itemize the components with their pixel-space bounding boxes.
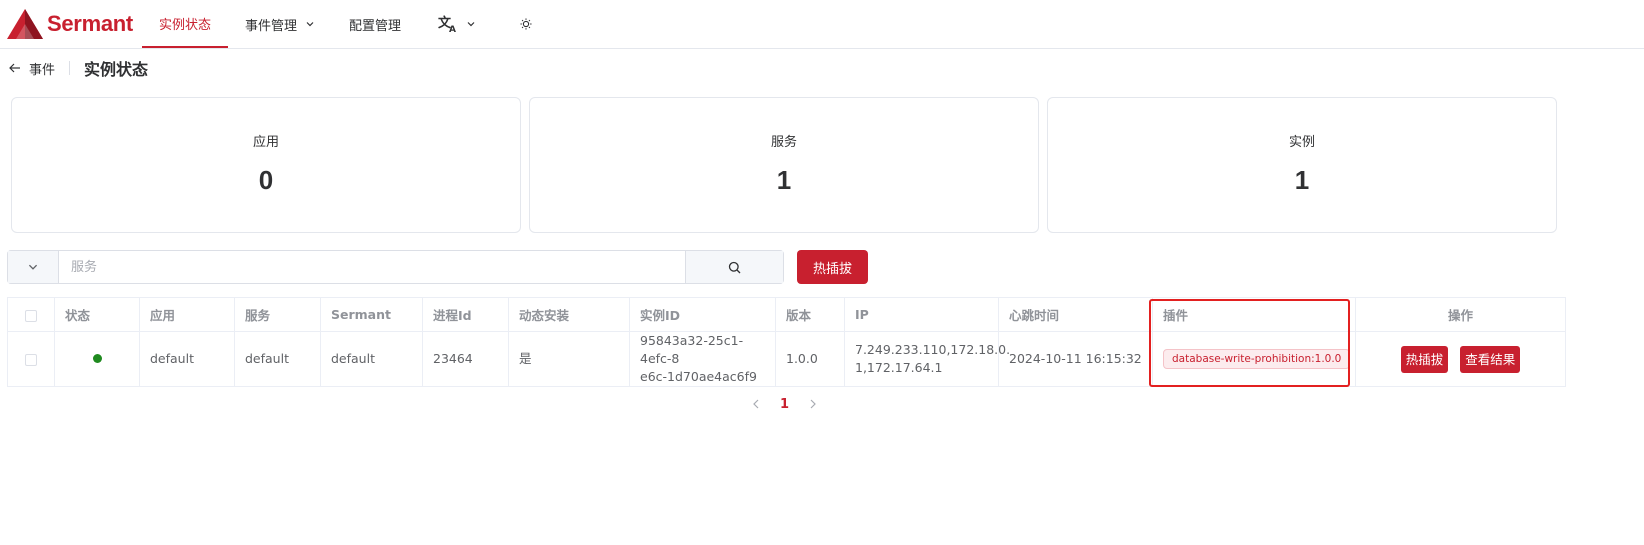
service-cell: default bbox=[234, 331, 321, 387]
sermant-cell: default bbox=[320, 331, 423, 387]
hot-plug-button[interactable]: 热插拔 bbox=[797, 250, 868, 284]
instance-table: 状态 应用 服务 Sermant 进程Id 动态安装 实例ID 版本 IP 心跳… bbox=[7, 297, 1566, 387]
actions-cell: 热插拔 查看结果 bbox=[1355, 331, 1566, 387]
instance-id-line: 95843a32-25c1-4efc-8 bbox=[640, 333, 744, 366]
pagination: 1 bbox=[749, 395, 820, 413]
stat-value: 1 bbox=[1294, 165, 1310, 195]
chevron-left-icon[interactable] bbox=[749, 397, 763, 411]
stat-card-instances: 实例 1 bbox=[1047, 97, 1557, 233]
svg-text:A: A bbox=[449, 25, 456, 33]
search-icon bbox=[728, 261, 741, 273]
column-header: 进程Id bbox=[422, 297, 509, 332]
chevron-down-icon bbox=[467, 22, 475, 27]
app-cell: default bbox=[139, 331, 235, 387]
column-header: IP bbox=[844, 297, 999, 332]
stat-card-applications: 应用 0 bbox=[11, 97, 521, 233]
nav-label: 实例状态 bbox=[159, 17, 212, 33]
main-nav: 实例状态 事件管理 配置管理 文 A bbox=[142, 0, 556, 48]
column-header: 服务 bbox=[234, 297, 321, 332]
stat-label: 实例 bbox=[1288, 135, 1315, 150]
top-header: Sermant 实例状态 事件管理 配置管理 文 A bbox=[0, 0, 1644, 49]
status-online-dot bbox=[92, 354, 102, 363]
logo[interactable]: Sermant bbox=[0, 0, 142, 48]
row-select-cell bbox=[7, 331, 55, 387]
logo-text: Sermant bbox=[47, 11, 133, 36]
divider bbox=[69, 61, 71, 75]
nav-label: 配置管理 bbox=[349, 18, 402, 34]
sun-icon bbox=[520, 18, 532, 30]
view-result-button[interactable]: 查看结果 bbox=[1460, 345, 1521, 373]
ip-line: 1,172.17.64.1 bbox=[855, 360, 943, 375]
chevron-right-icon[interactable] bbox=[806, 397, 820, 411]
table-header-row: 状态 应用 服务 Sermant 进程Id 动态安装 实例ID 版本 IP 心跳… bbox=[7, 297, 1566, 332]
chevron-down-icon bbox=[306, 22, 314, 27]
version-cell: 1.0.0 bbox=[775, 331, 845, 387]
search-bar bbox=[7, 250, 784, 284]
nav-event-management[interactable]: 事件管理 bbox=[228, 0, 332, 48]
page-number[interactable]: 1 bbox=[780, 397, 789, 412]
search-input[interactable] bbox=[59, 251, 685, 283]
back-arrow-icon[interactable] bbox=[8, 61, 22, 75]
language-switch[interactable]: 文 A bbox=[418, 0, 498, 48]
column-header: 操作 bbox=[1355, 297, 1566, 332]
table-row: default default default 23464 是 95843a32… bbox=[7, 331, 1566, 387]
page-header: 事件 实例状态 bbox=[8, 58, 149, 79]
ip-cell: 7.249.233.110,172.18.0. 1,172.17.64.1 bbox=[844, 331, 1011, 387]
search-field-select[interactable] bbox=[8, 251, 59, 283]
plugin-cell: database-write-prohibition:1.0.0 bbox=[1152, 331, 1356, 387]
row-checkbox[interactable] bbox=[25, 353, 37, 366]
nav-config-management[interactable]: 配置管理 bbox=[332, 0, 418, 48]
column-header: 动态安装 bbox=[508, 297, 630, 332]
dynamic-install-cell: 是 bbox=[508, 331, 630, 387]
column-header: 状态 bbox=[54, 297, 140, 332]
page-title: 实例状态 bbox=[84, 60, 149, 79]
stat-card-services: 服务 1 bbox=[529, 97, 1039, 233]
stat-value: 0 bbox=[258, 165, 274, 195]
nav-instance-status[interactable]: 实例状态 bbox=[142, 0, 229, 48]
column-header: Sermant bbox=[320, 297, 423, 332]
heartbeat-cell: 2024-10-11 16:15:32 bbox=[998, 331, 1153, 387]
instance-id-line: e6c-1d70ae4ac6f9 bbox=[640, 369, 757, 384]
status-cell bbox=[54, 331, 140, 387]
sermant-logo-icon bbox=[7, 9, 43, 39]
search-button[interactable] bbox=[685, 251, 783, 283]
instance-id-cell: 95843a32-25c1-4efc-8 e6c-1d70ae4ac6f9 bbox=[629, 331, 776, 387]
column-header: 版本 bbox=[775, 297, 845, 332]
column-header: 插件 bbox=[1152, 297, 1356, 332]
chevron-down-icon bbox=[28, 264, 38, 270]
nav-label: 事件管理 bbox=[245, 18, 298, 34]
stat-label: 服务 bbox=[770, 135, 797, 150]
column-header: 应用 bbox=[139, 297, 235, 332]
translate-icon: 文 A bbox=[438, 15, 456, 33]
back-link[interactable]: 事件 bbox=[29, 59, 55, 78]
plugin-tag[interactable]: database-write-prohibition:1.0.0 bbox=[1163, 349, 1351, 369]
stat-label: 应用 bbox=[252, 135, 279, 150]
pid-cell: 23464 bbox=[422, 331, 509, 387]
ip-line: 7.249.233.110,172.18.0. bbox=[855, 342, 1011, 357]
column-header: 心跳时间 bbox=[998, 297, 1153, 332]
select-all-checkbox[interactable] bbox=[25, 309, 37, 322]
select-all-cell bbox=[7, 297, 55, 332]
column-header: 实例ID bbox=[629, 297, 776, 332]
row-hot-plug-button[interactable]: 热插拔 bbox=[1400, 345, 1449, 373]
theme-toggle[interactable] bbox=[498, 0, 556, 48]
stat-value: 1 bbox=[776, 165, 792, 195]
